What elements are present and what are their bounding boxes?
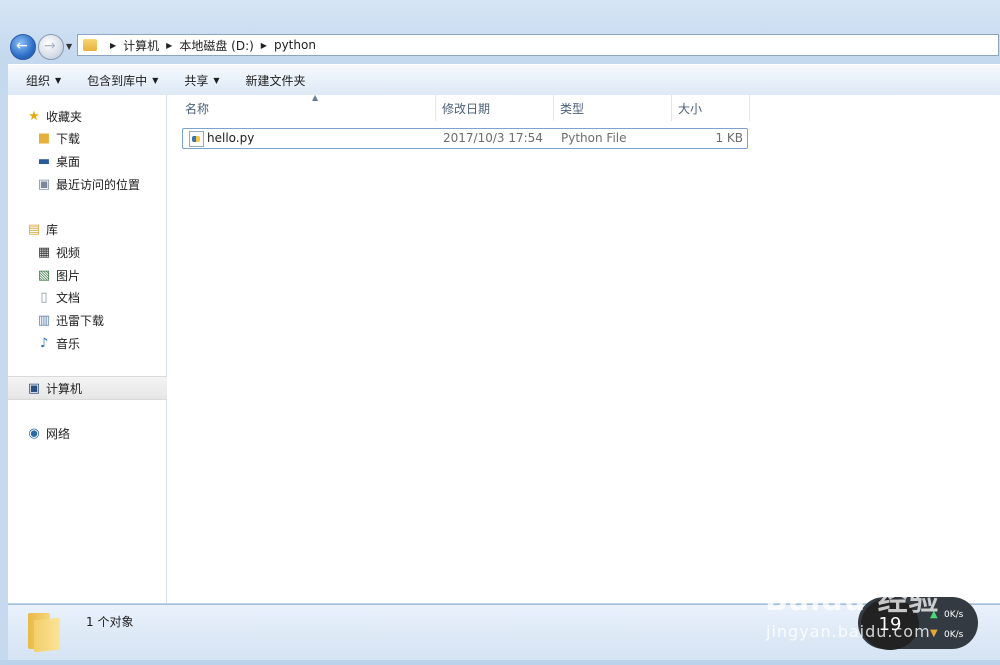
- nav-label: 库: [46, 222, 59, 237]
- organize-button[interactable]: 组织 ▼: [26, 72, 61, 89]
- file-list-pane: 名称 ▲ 修改日期 类型 大小 hello.py 2017/10/3 17:54…: [167, 93, 1000, 603]
- python-file-icon: [189, 131, 204, 147]
- arrow-right-icon: →: [44, 38, 56, 54]
- nav-label: 收藏夹: [46, 109, 83, 124]
- navigation-pane: ★ 收藏夹 ■ 下载 ▬ 桌面 ▣ 最近访问的位置 ▤ 库 ▦ 视频 ▧ 图片 …: [8, 95, 184, 603]
- document-icon: ▯: [40, 289, 48, 305]
- nav-label: 图片: [56, 268, 81, 283]
- nav-label: 桌面: [56, 154, 81, 169]
- new-folder-button[interactable]: 新建文件夹: [246, 72, 306, 89]
- breadcrumb-drive-d[interactable]: 本地磁盘 (D:): [179, 37, 253, 54]
- library-icon: ▤: [27, 221, 41, 237]
- file-size: 1 KB: [715, 131, 743, 145]
- video-icon: ▦: [37, 244, 51, 260]
- column-label: 名称: [185, 101, 210, 116]
- new-folder-label: 新建文件夹: [245, 73, 306, 88]
- column-label: 大小: [678, 101, 703, 116]
- recent-pages-dropdown-icon[interactable]: ▼: [66, 42, 72, 51]
- breadcrumb-computer[interactable]: 计算机: [123, 37, 159, 54]
- file-name: hello.py: [207, 131, 255, 145]
- nav-favorites[interactable]: ★ 收藏夹: [8, 105, 184, 127]
- window-frame-edge: [0, 95, 8, 660]
- chevron-right-icon[interactable]: ▶: [110, 41, 116, 50]
- star-icon: ★: [28, 108, 40, 124]
- column-label: 类型: [560, 101, 585, 116]
- column-header-name[interactable]: 名称 ▲: [179, 93, 436, 121]
- baidu-watermark-url: jingyan.baidu.com: [766, 622, 931, 641]
- computer-icon: ▣: [27, 380, 41, 396]
- nav-label: 迅雷下载: [56, 313, 105, 328]
- address-bar[interactable]: ▶ 计算机 ▶ 本地磁盘 (D:) ▶ python: [77, 34, 999, 56]
- baidu-watermark-logo: Baidu 经验: [765, 583, 940, 618]
- item-count: 1 个对象: [86, 615, 134, 629]
- column-header-type[interactable]: 类型: [554, 95, 672, 121]
- nav-label: 计算机: [46, 381, 83, 396]
- music-note-icon: ♪: [39, 335, 49, 351]
- breadcrumb: ▶ 计算机 ▶ 本地磁盘 (D:) ▶ python: [103, 37, 316, 54]
- file-type: Python File: [561, 131, 627, 145]
- column-label: 修改日期: [442, 101, 491, 116]
- column-header-size[interactable]: 大小: [672, 95, 750, 121]
- column-header-modified[interactable]: 修改日期: [436, 95, 554, 121]
- nav-network[interactable]: ◉ 网络: [8, 422, 184, 444]
- organize-label: 组织: [26, 73, 51, 88]
- pictures-icon: ▧: [37, 267, 51, 283]
- command-bar: 组织 ▼ 包含到库中 ▼ 共享 ▼ 新建文件夹: [8, 64, 1000, 96]
- chevron-down-icon: ▼: [55, 75, 62, 85]
- file-row[interactable]: hello.py 2017/10/3 17:54 Python File 1 K…: [182, 128, 748, 149]
- chevron-down-icon: ▼: [152, 75, 159, 85]
- nav-label: 最近访问的位置: [56, 177, 141, 192]
- download-arrow-icon: ▼: [930, 628, 938, 639]
- chevron-right-icon[interactable]: ▶: [261, 41, 267, 50]
- folder-icon: [83, 39, 97, 51]
- back-button[interactable]: ←: [10, 34, 36, 60]
- nav-label: 文档: [56, 290, 81, 305]
- forward-button[interactable]: →: [38, 34, 64, 60]
- include-in-library-button[interactable]: 包含到库中 ▼: [87, 72, 158, 89]
- upload-speed: 0K/s: [944, 610, 964, 620]
- desktop-icon: ▬: [37, 153, 51, 169]
- address-bar-row: ← → ▼ ▶ 计算机 ▶ 本地磁盘 (D:) ▶ python: [0, 30, 1000, 60]
- nav-libraries[interactable]: ▤ 库: [8, 218, 184, 240]
- recent-places-icon: ▣: [37, 176, 51, 192]
- folder-icon: [28, 611, 62, 653]
- network-icon: ◉: [28, 425, 40, 441]
- nav-computer[interactable]: ▣ 计算机: [8, 376, 184, 400]
- arrow-left-icon: ←: [16, 38, 28, 54]
- download-speed: 0K/s: [944, 630, 964, 640]
- nav-label: 音乐: [56, 336, 81, 351]
- share-button[interactable]: 共享 ▼: [184, 72, 219, 89]
- chevron-down-icon: ▼: [213, 75, 220, 85]
- sort-ascending-icon: ▲: [312, 93, 319, 102]
- nav-label: 网络: [46, 426, 71, 441]
- nav-label: 视频: [56, 245, 81, 260]
- xunlei-folder-icon: ▥: [37, 312, 51, 328]
- nav-label: 下载: [56, 131, 81, 146]
- explorer-window: ← → ▼ ▶ 计算机 ▶ 本地磁盘 (D:) ▶ python 组织 ▼ 包含到…: [0, 0, 1000, 665]
- chevron-right-icon[interactable]: ▶: [166, 41, 172, 50]
- downloads-folder-icon: ■: [37, 130, 51, 146]
- include-library-label: 包含到库中: [87, 73, 148, 88]
- share-label: 共享: [184, 73, 209, 88]
- file-modified: 2017/10/3 17:54: [443, 131, 543, 145]
- breadcrumb-python[interactable]: python: [274, 38, 316, 52]
